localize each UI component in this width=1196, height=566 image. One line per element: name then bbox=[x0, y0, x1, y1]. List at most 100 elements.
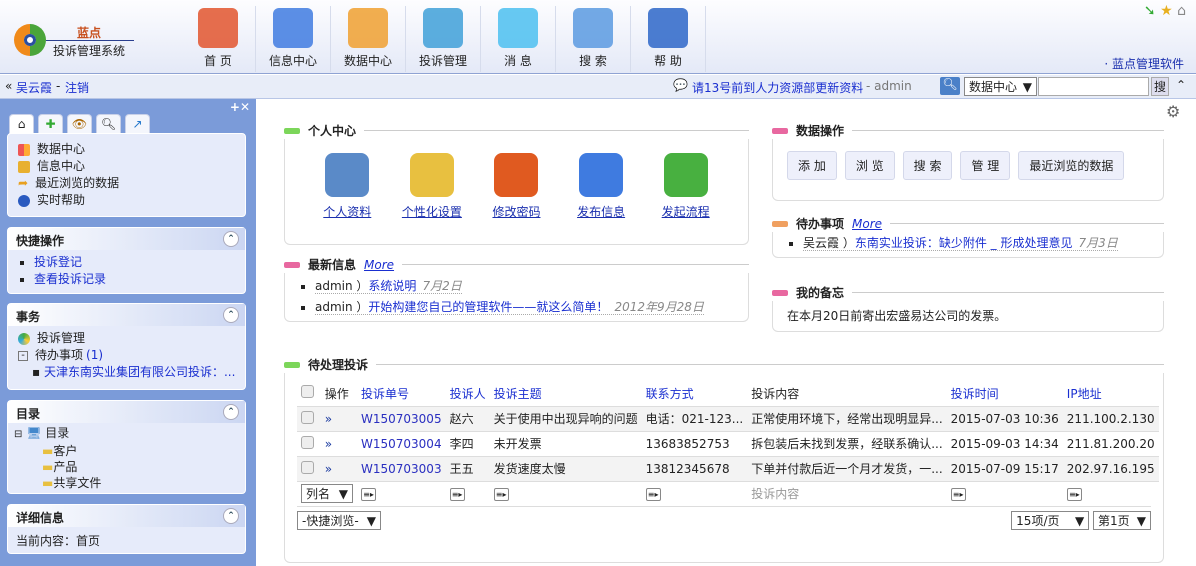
filter-icon[interactable]: ≡▸ bbox=[950, 488, 966, 502]
tree-collapse-icon[interactable]: ⊟ bbox=[14, 429, 22, 440]
sidebar-item-help[interactable]: 实时帮助 bbox=[18, 192, 235, 209]
collapse-icon[interactable]: ⌃ bbox=[223, 508, 239, 524]
column-filter-select[interactable]: 列名 ▼ bbox=[301, 484, 353, 504]
collapse-icon[interactable]: ⌃ bbox=[223, 231, 239, 247]
column-header[interactable]: 投诉主题 bbox=[490, 381, 642, 406]
favorite-add-icon[interactable]: ★ bbox=[1160, 3, 1173, 19]
todo-section: 待办事项 More 吴云霞 ）东南实业投诉：缺少附件 _ 形成处理意见 7月3日 bbox=[772, 215, 1164, 258]
clipboard-icon bbox=[18, 160, 30, 173]
personal-item[interactable]: 修改密码 bbox=[480, 153, 552, 244]
item-author: admin ） bbox=[315, 279, 369, 293]
row-checkbox[interactable] bbox=[301, 410, 314, 424]
item-link[interactable]: 东南实业投诉：缺少附件 _ 形成处理意见 bbox=[855, 236, 1073, 250]
search-scope-select[interactable]: 数据中心 ▼ bbox=[964, 77, 1037, 96]
column-header[interactable]: 投诉单号 bbox=[357, 381, 446, 406]
personal-item-icon bbox=[579, 153, 624, 197]
notice-author: - admin bbox=[866, 79, 912, 93]
item-link[interactable]: 系统说明 bbox=[368, 279, 416, 293]
tab-shortcut[interactable]: ↗ bbox=[125, 114, 150, 134]
row-checkbox[interactable] bbox=[301, 435, 314, 449]
todo-more-link[interactable]: More bbox=[852, 217, 882, 231]
nav-chat-bubbles[interactable]: 消 息 bbox=[481, 6, 556, 72]
section-marker-icon bbox=[772, 289, 788, 296]
todo-item[interactable]: - 待办事项 (1) bbox=[18, 347, 235, 364]
complaint-register-link[interactable]: 投诉登记 bbox=[34, 255, 82, 269]
page-size-select[interactable]: 15项/页 ▼ bbox=[1011, 511, 1090, 530]
cell-0[interactable]: » bbox=[321, 456, 357, 481]
data-op-button[interactable]: 浏 览 bbox=[844, 151, 895, 180]
cell-0[interactable]: » bbox=[321, 406, 357, 431]
collapse-sidebar-icon[interactable]: « bbox=[5, 79, 12, 93]
data-op-button[interactable]: 管 理 bbox=[960, 151, 1011, 180]
tab-view[interactable]: 👁 bbox=[67, 114, 92, 134]
personal-item[interactable]: 发布信息 bbox=[565, 153, 637, 244]
user-link[interactable]: 吴云霞 bbox=[16, 79, 52, 96]
page-select[interactable]: 第1页 ▼ bbox=[1093, 511, 1151, 530]
cell-2: 赵六 bbox=[449, 412, 474, 426]
news-more-link[interactable]: More bbox=[364, 258, 394, 272]
filter-icon[interactable]: ≡▸ bbox=[449, 488, 465, 502]
collapse-header-icon[interactable]: ⌃ bbox=[1176, 78, 1186, 92]
personal-item-icon bbox=[409, 153, 454, 197]
cell-1[interactable]: W150703004 bbox=[357, 431, 446, 456]
filter-icon[interactable]: ≡▸ bbox=[361, 488, 376, 502]
todo-link[interactable]: 天津东南实业集团有限公司投诉：... bbox=[44, 365, 235, 379]
exit-icon[interactable]: ➘ bbox=[1144, 3, 1156, 19]
cell-1[interactable]: W150703005 bbox=[357, 406, 446, 431]
nav-grid[interactable]: 数据中心 bbox=[331, 6, 406, 72]
nav-help[interactable]: 帮 助 bbox=[631, 6, 706, 72]
tree-collapse-icon[interactable]: - bbox=[18, 350, 28, 361]
tree-node-products[interactable]: ▬产品 bbox=[14, 459, 239, 475]
personal-item[interactable]: 个性化设置 bbox=[396, 153, 468, 244]
complaints-table: 操作 投诉单号 投诉人 投诉主题 联系方式 投诉内容 投诉时间 IP地址 » W15070300… bbox=[297, 381, 1159, 506]
home-icon[interactable]: ⌂ bbox=[1177, 3, 1186, 19]
tree-node-shared[interactable]: ▬共享文件 bbox=[14, 475, 239, 491]
tree-root[interactable]: ⊟ 🖥 目录 bbox=[14, 425, 239, 443]
search-button[interactable]: 搜 bbox=[1151, 77, 1169, 96]
tab-add[interactable]: ✚ bbox=[38, 114, 63, 134]
nav-folder-search[interactable]: 搜 索 bbox=[556, 6, 631, 72]
help-icon bbox=[648, 8, 688, 48]
logout-link[interactable]: 注销 bbox=[65, 79, 89, 96]
column-header[interactable]: 投诉人 bbox=[446, 381, 490, 406]
cell-0[interactable]: » bbox=[321, 431, 357, 456]
data-op-button[interactable]: 最近浏览的数据 bbox=[1018, 151, 1125, 180]
settings-gear-icon[interactable]: ⚙ bbox=[1166, 102, 1180, 121]
nav-ring[interactable]: 投诉管理 bbox=[406, 6, 481, 72]
nav-finder[interactable]: 信息中心 bbox=[256, 6, 331, 72]
sidebar-item-recent[interactable]: ➦ 最近浏览的数据 bbox=[18, 175, 235, 192]
quick-browse-select[interactable]: -快捷浏览- ▼ bbox=[297, 511, 381, 530]
tab-home[interactable]: ⌂ bbox=[9, 114, 34, 134]
collapse-icon[interactable]: ⌃ bbox=[223, 307, 239, 323]
tree-node-customers[interactable]: ▬客户 bbox=[14, 443, 239, 459]
folder-search-icon bbox=[573, 8, 613, 48]
header: 蓝点 投诉管理系统 首 页 信息中心 数据中心 投诉管理 消 息 搜 索 帮 助 ➘ ★ ⌂… bbox=[0, 0, 1196, 74]
collapse-icon[interactable]: ⌃ bbox=[223, 404, 239, 420]
search-input[interactable] bbox=[1038, 77, 1149, 96]
nav-home[interactable]: 首 页 bbox=[181, 6, 256, 72]
filter-icon[interactable]: ≡▸ bbox=[645, 488, 661, 502]
notice-link[interactable]: 请13号前到人力资源部更新资料 bbox=[692, 79, 863, 96]
sidebar-item-info-center[interactable]: 信息中心 bbox=[18, 158, 235, 175]
column-header[interactable]: 投诉时间 bbox=[947, 381, 1063, 406]
personal-item[interactable]: 个人资料 bbox=[311, 153, 383, 244]
select-all-checkbox[interactable] bbox=[301, 385, 314, 399]
row-checkbox[interactable] bbox=[301, 460, 314, 474]
filter-icon[interactable]: ≡▸ bbox=[493, 488, 509, 502]
view-complaints-link[interactable]: 查看投诉记录 bbox=[34, 272, 106, 286]
data-op-button[interactable]: 添 加 bbox=[787, 151, 837, 180]
cell-1[interactable]: W150703003 bbox=[357, 456, 446, 481]
cell-5: 拆包装后未找到发票，经联系确认... bbox=[751, 437, 943, 451]
item-link[interactable]: 开始构建您自己的管理软件——就这么简单！ bbox=[368, 300, 608, 314]
data-op-button[interactable]: 搜 索 bbox=[902, 151, 953, 180]
complaint-management-item[interactable]: 投诉管理 bbox=[18, 330, 235, 347]
personal-item[interactable]: 发起流程 bbox=[650, 153, 722, 244]
sidebar-item-data-center[interactable]: 数据中心 bbox=[18, 141, 235, 158]
filter-placeholder[interactable]: 投诉内容 bbox=[751, 487, 799, 501]
filter-icon[interactable]: ≡▸ bbox=[1066, 488, 1082, 502]
tab-search[interactable]: 🔍︎ bbox=[96, 114, 121, 134]
brand-link[interactable]: · 蓝点管理软件 bbox=[1104, 55, 1184, 72]
column-header[interactable]: IP地址 bbox=[1063, 381, 1159, 406]
column-header[interactable]: 联系方式 bbox=[642, 381, 748, 406]
panel-controls[interactable]: +✕ bbox=[230, 100, 250, 114]
